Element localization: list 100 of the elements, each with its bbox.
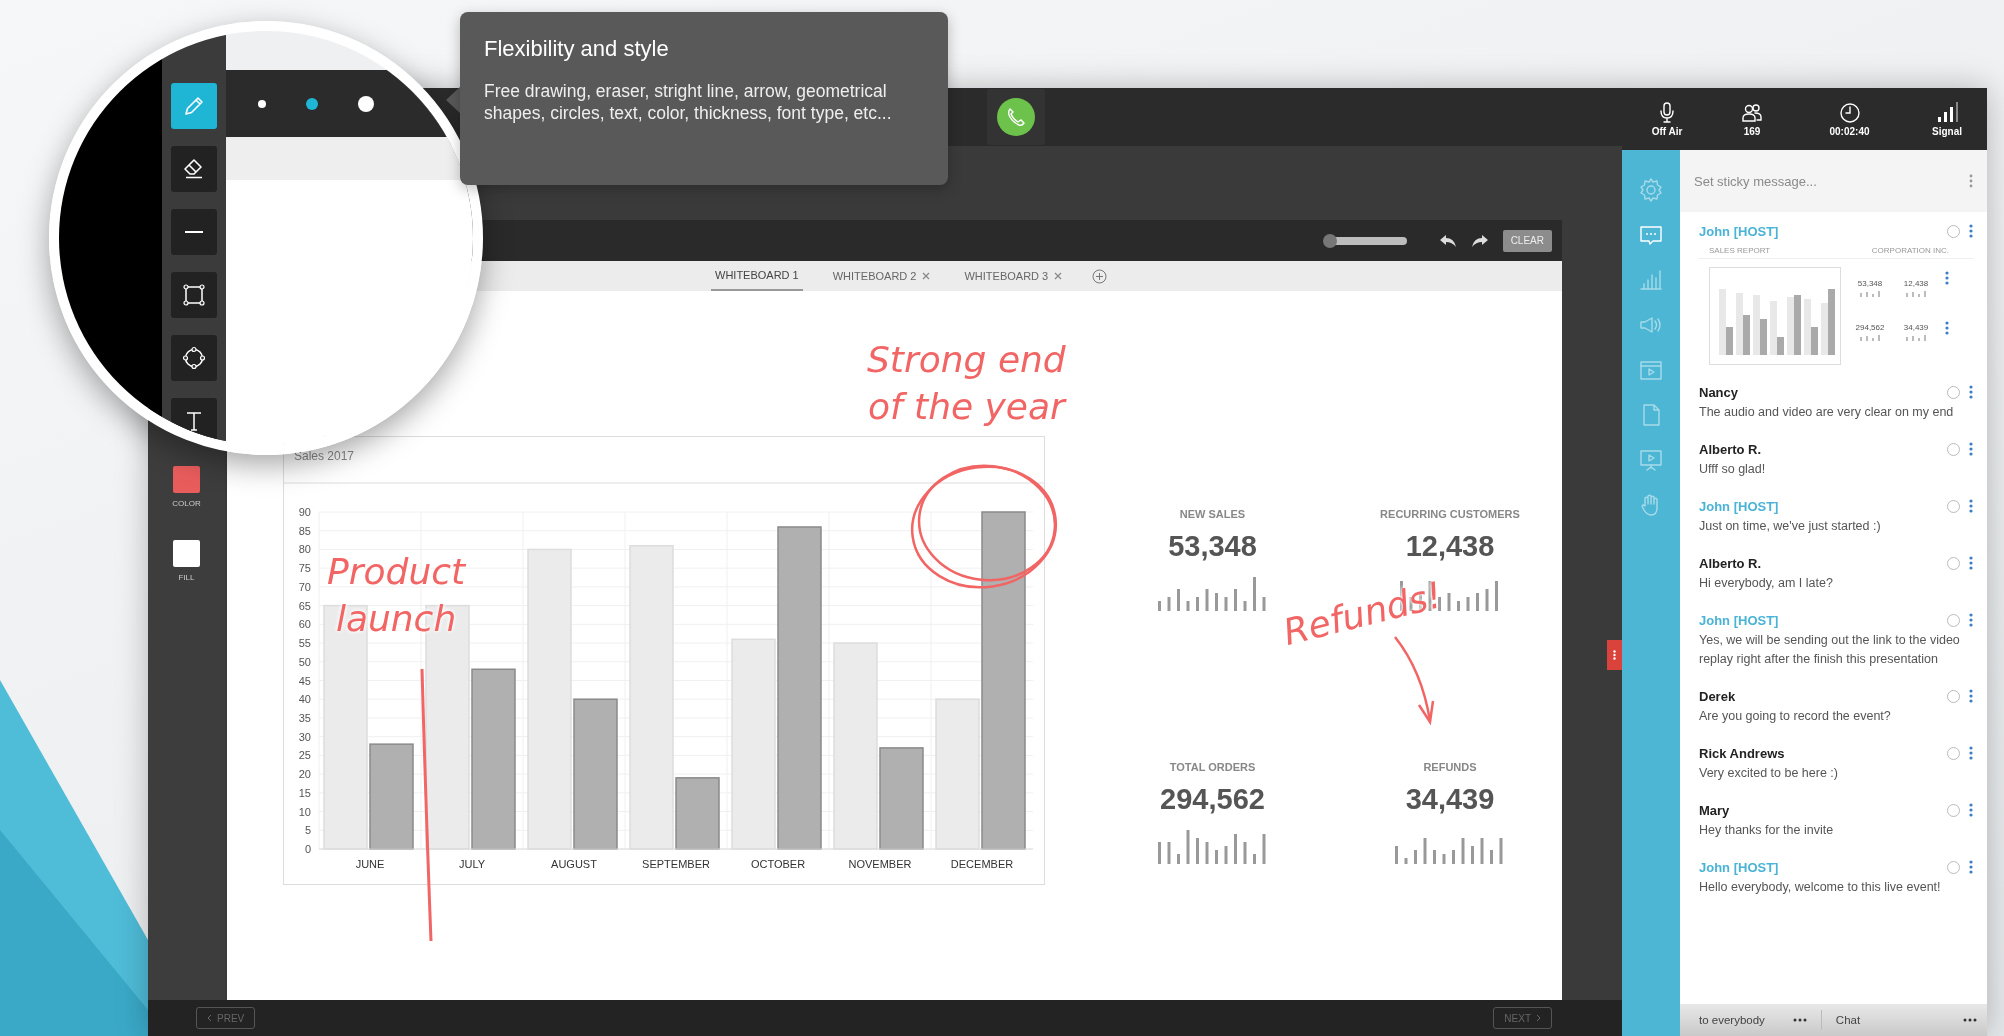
tooltip-text: Free drawing, eraser, stright line, arrow, geometrical shapes, circles, text, color, thickness, font type, etc... (484, 80, 893, 124)
more-icon[interactable] (1969, 385, 1973, 399)
thickness-option[interactable] (358, 95, 374, 112)
message-author: John [HOST] (1699, 223, 1780, 239)
more-icon[interactable] (1969, 860, 1973, 874)
message-text: Yes, we will be sending out the link to the video replay right after the finish this presentation (1699, 632, 1961, 668)
color-swatch[interactable] (173, 466, 200, 493)
axis-label: 0 (304, 843, 311, 855)
axis-label: 80 (298, 543, 311, 556)
message-text: Very excited to be here :) (1699, 765, 1839, 782)
sparkline (1904, 291, 1928, 297)
message-author: Rick Andrews (1699, 745, 1786, 761)
recipient-selector[interactable]: to everybody (1699, 1014, 1765, 1026)
status-label: Signal (1932, 126, 1962, 137)
tool-button[interactable] (171, 335, 217, 381)
sparkline (1858, 335, 1882, 341)
axis-label: 75 (298, 562, 311, 575)
next-button[interactable]: NEXT (1493, 1007, 1552, 1029)
message-author: Derek (1699, 688, 1737, 704)
close-icon[interactable] (1054, 272, 1063, 280)
message-text: Are you going to record the event? (1699, 708, 1892, 725)
more-icon (1613, 650, 1616, 660)
tool-button[interactable] (171, 146, 217, 192)
chat-mode-selector[interactable]: Chat (1835, 1014, 1949, 1026)
more-icon[interactable] (1969, 613, 1973, 627)
kpi-label: REFUNDS (1423, 761, 1477, 773)
report-figure: 53,348 (1857, 279, 1883, 288)
axis-label: 35 (298, 711, 311, 724)
axis-label: SEPTEMBER (642, 858, 710, 870)
swatch-label: COLOR (172, 499, 201, 508)
more-icon[interactable] (1969, 746, 1973, 760)
chevron-left-icon (207, 1014, 212, 1022)
axis-label: NOVEMBER (848, 858, 912, 870)
more-icon[interactable] (1969, 442, 1973, 456)
report-figure: 294,562 (1855, 323, 1885, 332)
rectangle-icon (181, 282, 207, 308)
sparkline (1858, 291, 1882, 297)
axis-label: 70 (298, 580, 311, 593)
more-icon[interactable] (1969, 499, 1973, 513)
axis-label: 20 (298, 768, 311, 781)
message-author: John [HOST] (1699, 859, 1780, 875)
kpi-value: 53,348 (1168, 530, 1257, 563)
more-icon[interactable] (1945, 321, 1949, 335)
more-icon[interactable] (1969, 689, 1973, 703)
phone-icon (996, 97, 1036, 137)
report-title: SALES REPORT (1709, 246, 1771, 255)
undo-icon[interactable] (1438, 233, 1457, 248)
message-text: Hello everybody, welcome to this live event! (1699, 879, 1942, 896)
kpi-value: 34,439 (1405, 783, 1495, 816)
axis-label: 10 (298, 805, 311, 818)
people-icon (1740, 101, 1764, 123)
message-text: Ufff so glad! (1699, 461, 1767, 478)
thickness-option[interactable] (258, 99, 266, 108)
line-icon (185, 231, 203, 233)
status-label: 00:02:40 (1829, 126, 1870, 137)
clear-button[interactable]: CLEAR (1502, 229, 1552, 252)
panel-toggle[interactable] (1607, 640, 1622, 670)
tool-button[interactable] (171, 272, 217, 318)
fill-swatch[interactable] (173, 540, 200, 567)
more-icon[interactable] (1963, 1018, 1977, 1022)
axis-label: 60 (298, 618, 311, 631)
more-icon[interactable] (1969, 803, 1973, 817)
more-icon[interactable] (1969, 224, 1973, 238)
more-icon[interactable] (1969, 556, 1973, 570)
prev-button[interactable]: PREV (196, 1007, 256, 1029)
axis-label: JUNE (355, 858, 385, 870)
chevron-right-icon (1536, 1014, 1541, 1022)
axis-label: AUGUST (551, 858, 597, 870)
axis-label: 30 (298, 730, 311, 743)
slider-thumb[interactable] (1322, 233, 1337, 248)
handwritten-note: Strong end of the year (867, 338, 1066, 429)
axis-label: OCTOBER (750, 858, 806, 870)
circle-icon (181, 345, 207, 371)
message-author: John [HOST] (1699, 612, 1780, 628)
message-author: John [HOST] (1699, 498, 1780, 514)
kpi-label: NEW SALES (1179, 508, 1246, 520)
message-author: Alberto R. (1699, 441, 1763, 457)
status-label: Off Air (1651, 126, 1683, 137)
axis-label: 5 (304, 824, 311, 837)
clock-icon (1837, 101, 1862, 123)
more-icon[interactable] (1945, 271, 1949, 285)
whiteboard-tab[interactable]: WHITEBOARD 3 (960, 261, 1067, 291)
call-button[interactable] (987, 89, 1045, 145)
size-slider[interactable] (1322, 233, 1407, 248)
axis-label: DECEMBER (950, 858, 1014, 870)
axis-label: 85 (298, 524, 311, 537)
whiteboard-tab[interactable]: WHITEBOARD 2 (828, 261, 935, 291)
sparkline (1904, 335, 1928, 341)
message-text: Just on time, we've just started :) (1699, 518, 1882, 535)
message-text: Hey thanks for the invite (1699, 822, 1835, 839)
axis-label: 45 (298, 674, 311, 687)
handwritten-note: Product launch (327, 550, 466, 641)
thickness-option[interactable] (306, 97, 318, 110)
axis-label: 15 (298, 786, 311, 799)
close-icon[interactable] (922, 272, 931, 280)
redo-icon[interactable] (1470, 233, 1489, 248)
more-icon[interactable] (1792, 1018, 1807, 1022)
axis-label: 90 (298, 506, 311, 518)
report-company: CORPORATION INC. (1871, 246, 1949, 255)
add-icon[interactable] (1092, 268, 1108, 284)
